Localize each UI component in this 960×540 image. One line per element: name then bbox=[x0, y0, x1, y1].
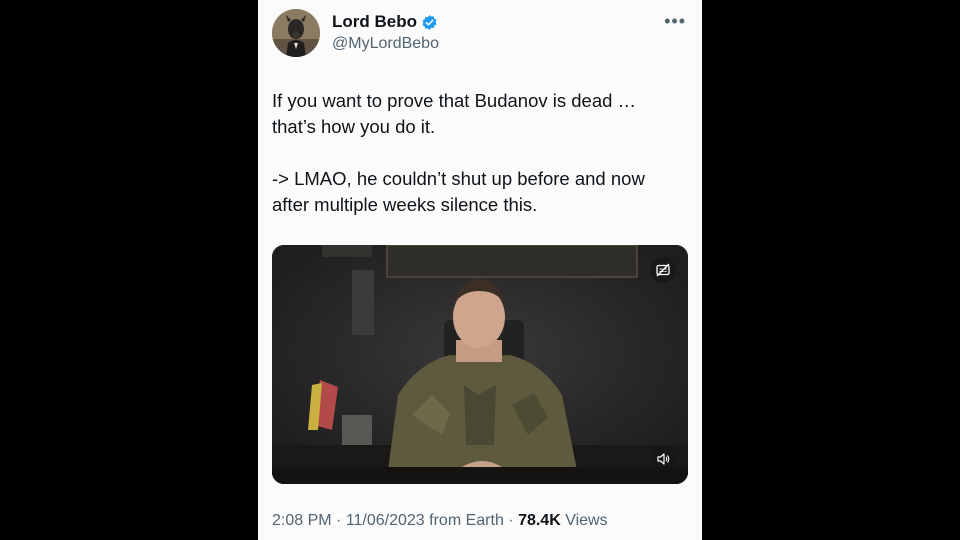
avatar[interactable] bbox=[272, 9, 320, 57]
verified-badge-icon bbox=[421, 14, 438, 31]
captions-icon bbox=[656, 263, 670, 277]
more-options-icon[interactable]: ••• bbox=[664, 12, 686, 30]
captions-button[interactable] bbox=[650, 257, 676, 283]
tweet-meta: 2:08 PM · 11/06/2023 from Earth · 78.4K … bbox=[272, 512, 608, 530]
meta-separator: · bbox=[503, 512, 519, 529]
tweet-time[interactable]: 2:08 PM bbox=[272, 512, 332, 529]
tweet-text: If you want to prove that Budanov is dea… bbox=[272, 88, 692, 218]
views-count[interactable]: 78.4K bbox=[518, 512, 561, 529]
user-handle[interactable]: @MyLordBebo bbox=[332, 35, 439, 53]
video-player[interactable] bbox=[272, 245, 688, 484]
tweet-paragraph-2: -> LMAO, he couldn’t shut up before and … bbox=[272, 168, 645, 215]
volume-button[interactable] bbox=[650, 446, 676, 472]
tweet-date[interactable]: 11/06/2023 bbox=[346, 512, 425, 529]
tweet-paragraph-1: If you want to prove that Budanov is dea… bbox=[272, 90, 637, 137]
meta-separator: · bbox=[331, 512, 346, 529]
volume-icon bbox=[657, 453, 670, 465]
views-label: Views bbox=[560, 512, 608, 529]
tweet-card: Lord Bebo @MyLordBebo ••• If you want to… bbox=[258, 0, 702, 540]
video-frame bbox=[272, 245, 688, 484]
display-name-text[interactable]: Lord Bebo bbox=[332, 12, 417, 32]
tweet-source: from Earth bbox=[424, 512, 504, 529]
display-name[interactable]: Lord Bebo bbox=[332, 12, 438, 32]
